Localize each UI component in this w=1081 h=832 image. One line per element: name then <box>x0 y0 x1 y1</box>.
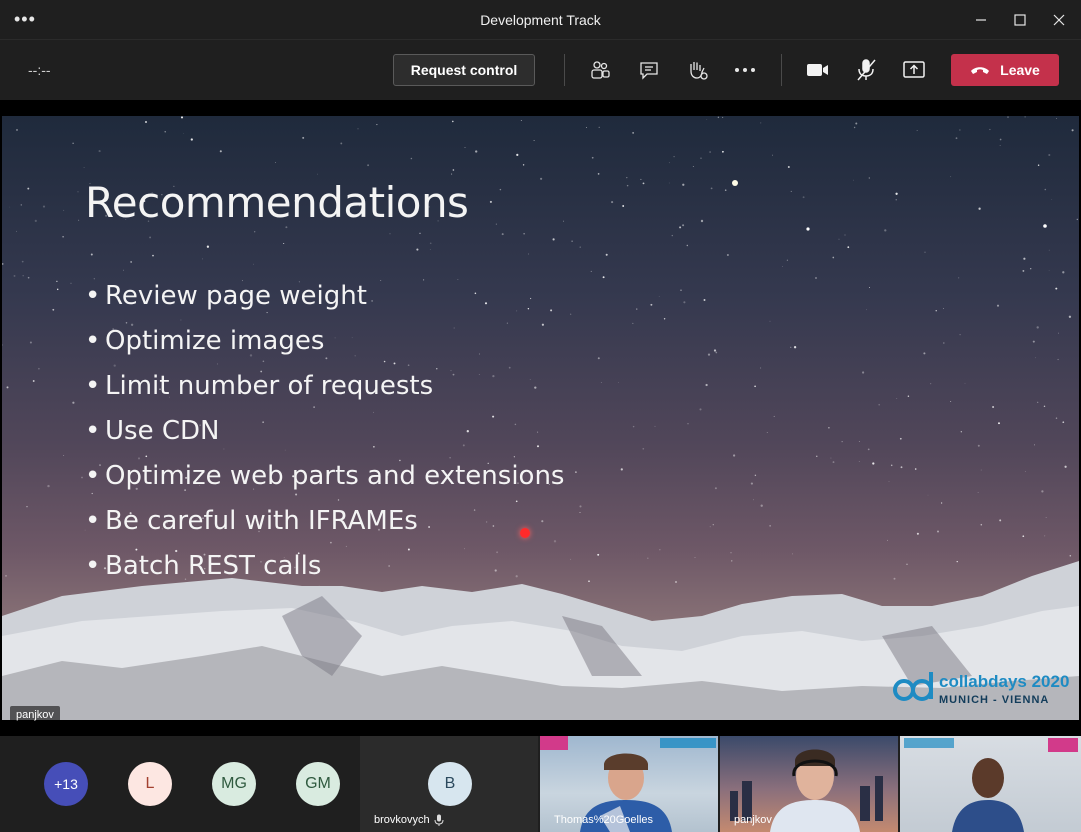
slide-bullet: Optimize images <box>85 323 564 368</box>
more-actions-icon[interactable] <box>733 58 757 82</box>
presenter-name-tag: panjkov <box>10 706 60 724</box>
mic-muted-icon[interactable] <box>854 58 878 82</box>
leave-label: Leave <box>1000 62 1040 78</box>
request-control-button[interactable]: Request control <box>393 54 535 86</box>
maximize-icon[interactable] <box>1009 9 1031 31</box>
participant-strip: +13 L MG GM B brovkovych Thomas%20Goelle… <box>0 736 1081 832</box>
window-title: Development Track <box>480 12 601 28</box>
meeting-timer: --:-- <box>28 62 51 78</box>
camera-icon[interactable] <box>806 58 830 82</box>
slide-bullet: Limit number of requests <box>85 368 564 413</box>
slide-bullet-list: Review page weight Optimize images Limit… <box>85 278 564 593</box>
slide-bullet: Batch REST calls <box>85 548 564 593</box>
hang-up-icon <box>971 67 990 74</box>
participant-avatar[interactable]: GM <box>296 762 340 806</box>
close-icon[interactable] <box>1048 9 1070 31</box>
toolbar-divider <box>564 54 565 86</box>
participant-name: panjkov <box>734 814 772 826</box>
participant-video-tile[interactable]: panjkov <box>720 736 898 832</box>
title-bar: ••• Development Track <box>0 0 1081 40</box>
share-screen-icon[interactable] <box>902 58 926 82</box>
logo-brand-text: collabdays 2020 <box>939 672 1070 691</box>
leave-button[interactable]: Leave <box>951 54 1059 86</box>
collabdays-logo: collabdays 2020 MUNICH - VIENNA <box>891 668 1071 714</box>
collabdays-logo-icon <box>893 672 933 701</box>
raise-hand-icon[interactable] <box>685 58 709 82</box>
presentation-slide: Recommendations Review page weight Optim… <box>2 116 1079 720</box>
chat-icon[interactable] <box>637 58 661 82</box>
participant-video-tile[interactable]: Thomas%20Goelles <box>540 736 718 832</box>
participant-avatar[interactable]: MG <box>212 762 256 806</box>
slide-bullet: Optimize web parts and extensions <box>85 458 564 503</box>
overflow-participants-avatar[interactable]: +13 <box>44 762 88 806</box>
participant-tile[interactable]: B brovkovych <box>360 736 538 832</box>
minimize-icon[interactable] <box>970 9 992 31</box>
participant-avatar[interactable]: L <box>128 762 172 806</box>
participant-name: Thomas%20Goelles <box>554 814 654 826</box>
slide-bullet: Review page weight <box>85 278 564 323</box>
participant-avatar: B <box>428 762 472 806</box>
laser-pointer <box>520 528 530 538</box>
meeting-toolbar: --:-- Request control Leave <box>0 40 1081 100</box>
slide-bullet: Be careful with IFRAMEs <box>85 503 564 548</box>
participant-video-tile[interactable] <box>900 736 1081 832</box>
slide-title: Recommendations <box>85 178 469 227</box>
participant-video <box>904 738 1078 832</box>
toolbar-divider <box>781 54 782 86</box>
participant-name: brovkovych <box>374 814 444 826</box>
mic-icon <box>434 814 444 826</box>
logo-cities-text: MUNICH - VIENNA <box>939 694 1050 706</box>
shared-content-stage: Recommendations Review page weight Optim… <box>0 100 1081 736</box>
slide-bullet: Use CDN <box>85 413 564 458</box>
participants-icon[interactable] <box>588 58 612 82</box>
